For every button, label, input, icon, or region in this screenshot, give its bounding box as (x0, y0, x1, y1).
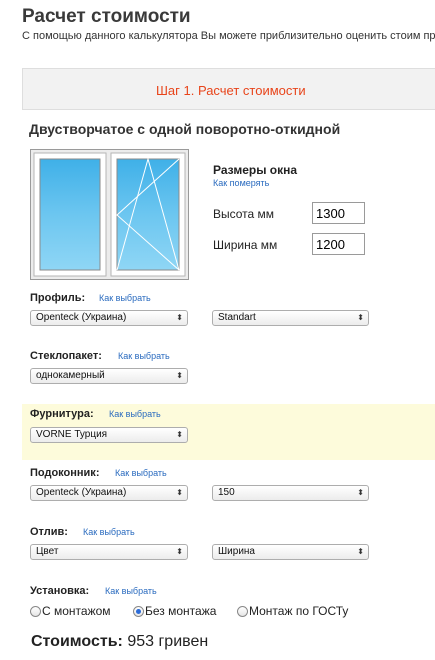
cost-value: 953 гривен (127, 633, 209, 650)
glass-how-link[interactable]: Как выбрать (118, 351, 170, 361)
glass-select[interactable]: однокамерный ⬍ (30, 368, 188, 384)
install-option-without[interactable]: Без монтажа (133, 604, 216, 618)
profile-series-value: Standart (218, 312, 256, 323)
select-arrows-icon: ⬍ (176, 488, 183, 497)
fittings-label: Фурнитура: (30, 408, 94, 420)
width-input[interactable] (312, 233, 365, 255)
fittings-how-link[interactable]: Как выбрать (109, 409, 161, 419)
select-arrows-icon: ⬍ (176, 371, 183, 380)
radio-selected-icon[interactable] (133, 605, 144, 617)
total-cost: Стоимость: 953 гривен (31, 633, 208, 651)
radio-icon[interactable] (30, 605, 41, 617)
install-option-label: Монтаж по ГОСТу (249, 604, 349, 618)
select-arrows-icon: ⬍ (357, 488, 364, 497)
profile-brand-value: Openteck (Украина) (36, 312, 127, 323)
drip-label: Отлив: (30, 526, 68, 538)
install-option-label: С монтажом (42, 604, 111, 618)
install-option-with[interactable]: С монтажом (30, 604, 111, 618)
fittings-value: VORNE Турция (36, 429, 108, 440)
sill-width-value: 150 (218, 487, 235, 498)
install-label: Установка: (30, 585, 90, 597)
select-arrows-icon: ⬍ (176, 313, 183, 322)
step-panel: Шаг 1. Расчет стоимости (22, 68, 435, 110)
sill-how-link[interactable]: Как выбрать (115, 468, 167, 478)
select-arrows-icon: ⬍ (357, 547, 364, 556)
select-arrows-icon: ⬍ (176, 430, 183, 439)
install-how-link[interactable]: Как выбрать (105, 586, 157, 596)
drip-width-value: Ширина (218, 546, 255, 557)
fittings-select[interactable]: VORNE Турция ⬍ (30, 427, 188, 443)
drip-width-select[interactable]: Ширина ⬍ (212, 544, 369, 560)
radio-icon[interactable] (237, 605, 248, 617)
height-input[interactable] (312, 202, 365, 224)
sill-label: Подоконник: (30, 467, 100, 479)
width-label: Ширина мм (213, 238, 278, 252)
profile-brand-select[interactable]: Openteck (Украина) ⬍ (30, 310, 188, 326)
page-title: Расчет стоимости (22, 6, 191, 27)
profile-how-link[interactable]: Как выбрать (99, 293, 151, 303)
glass-label: Стеклопакет: (30, 350, 102, 362)
sill-brand-select[interactable]: Openteck (Украина) ⬍ (30, 485, 188, 501)
window-sizes-heading: Размеры окна (213, 163, 298, 177)
drip-color-value: Цвет (36, 546, 59, 557)
window-type-title: Двустворчатое с одной поворотно-откидной (29, 121, 341, 137)
cost-label: Стоимость: (31, 633, 123, 650)
profile-series-select[interactable]: Standart ⬍ (212, 310, 369, 326)
sill-brand-value: Openteck (Украина) (36, 487, 127, 498)
drip-color-select[interactable]: Цвет ⬍ (30, 544, 188, 560)
sill-width-select[interactable]: 150 ⬍ (212, 485, 369, 501)
install-option-label: Без монтажа (145, 604, 217, 618)
select-arrows-icon: ⬍ (176, 547, 183, 556)
step-label: Шаг 1. Расчет стоимости (156, 83, 306, 98)
intro-text: С помощью данного калькулятора Вы можете… (22, 30, 435, 42)
window-illustration (30, 149, 189, 280)
glass-value: однокамерный (36, 370, 105, 381)
drip-how-link[interactable]: Как выбрать (83, 527, 135, 537)
profile-label: Профиль: (30, 292, 86, 304)
select-arrows-icon: ⬍ (357, 313, 364, 322)
height-label: Высота мм (213, 207, 275, 221)
how-to-measure-link[interactable]: Как померять (213, 178, 269, 188)
install-option-gost[interactable]: Монтаж по ГОСТу (237, 604, 348, 618)
